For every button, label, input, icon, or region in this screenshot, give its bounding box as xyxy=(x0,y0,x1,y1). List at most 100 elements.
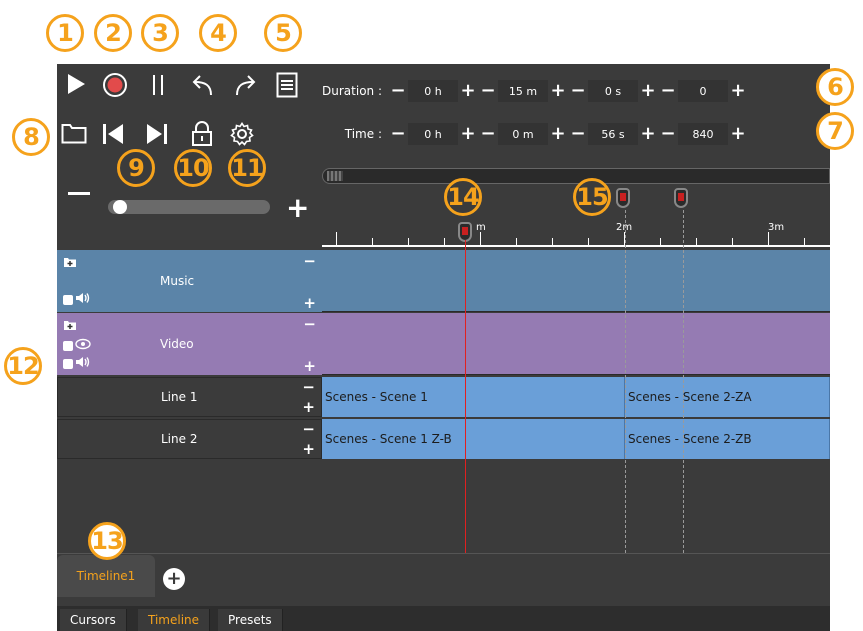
callout-15: 15 xyxy=(573,178,611,216)
zoom-slider[interactable] xyxy=(108,200,270,214)
time-hours-field[interactable]: 0 h xyxy=(408,123,458,145)
duration-seconds-field[interactable]: 0 s xyxy=(588,80,638,102)
ruler-tick xyxy=(768,232,769,245)
scrollbar-grip[interactable] xyxy=(327,171,343,181)
music-checkbox[interactable] xyxy=(63,292,75,306)
tab-cursors[interactable]: Cursors xyxy=(60,609,127,631)
clip[interactable]: Scenes - Scene 1 Z-B xyxy=(322,419,625,459)
callout-12: 12 xyxy=(4,347,42,385)
tab-timeline1[interactable]: Timeline1 xyxy=(57,555,155,597)
callout-11: 11 xyxy=(228,149,266,187)
track-add-music[interactable]: + xyxy=(303,296,316,311)
duration-hours-minus[interactable]: − xyxy=(388,81,408,101)
time-hours-minus[interactable]: − xyxy=(388,124,408,144)
track-collapse-video[interactable]: − xyxy=(303,317,316,332)
duration-minutes-field[interactable]: 15 m xyxy=(498,80,548,102)
time-ruler[interactable] xyxy=(322,216,830,246)
speaker-icon[interactable] xyxy=(75,356,91,368)
zoom-out-button[interactable] xyxy=(68,192,90,195)
go-to-start-button[interactable] xyxy=(101,122,125,146)
play-button[interactable] xyxy=(64,72,88,96)
time-ms-field[interactable]: 840 xyxy=(678,123,728,145)
duration-row: Duration : − 0 h + − 15 m + − 0 s + − 0 … xyxy=(318,78,748,104)
clip[interactable]: Scenes - Scene 1 xyxy=(322,377,625,417)
redo-button[interactable] xyxy=(232,72,260,98)
cue-marker-2[interactable] xyxy=(674,188,688,208)
clip[interactable]: Scenes - Scene 2-ZB xyxy=(625,419,830,459)
track-add-video[interactable]: + xyxy=(303,359,316,374)
track-collapse-line-2[interactable]: − xyxy=(302,422,315,437)
play-icon xyxy=(68,74,85,94)
cue-line-2 xyxy=(683,210,684,553)
lock-button[interactable] xyxy=(190,120,214,148)
undo-button[interactable] xyxy=(188,72,216,98)
list-button[interactable] xyxy=(274,71,300,99)
time-minutes-field[interactable]: 0 m xyxy=(498,123,548,145)
ruler-tick xyxy=(408,238,409,245)
duration-seconds-plus[interactable]: + xyxy=(638,81,658,101)
track-add-line-2[interactable]: + xyxy=(302,442,315,457)
eye-icon[interactable] xyxy=(75,338,91,350)
time-ms-plus[interactable]: + xyxy=(728,124,748,144)
duration-ms-plus[interactable]: + xyxy=(728,81,748,101)
duration-ms-minus[interactable]: − xyxy=(658,81,678,101)
callout-3: 3 xyxy=(141,14,179,52)
zoom-slider-handle[interactable] xyxy=(112,200,127,214)
record-icon xyxy=(103,73,127,97)
track-lane-line-2[interactable]: Scenes - Scene 1 Z-B Scenes - Scene 2-ZB xyxy=(322,419,830,459)
ruler-tick xyxy=(444,238,445,245)
track-lane-video[interactable] xyxy=(322,313,830,375)
add-folder-icon[interactable] xyxy=(63,256,77,268)
time-minutes-minus[interactable]: − xyxy=(478,124,498,144)
zoom-in-button[interactable]: + xyxy=(286,194,309,222)
track-header-line-1[interactable]: Line 1 − + xyxy=(57,377,322,417)
time-label: Time : xyxy=(344,127,382,141)
time-seconds-minus[interactable]: − xyxy=(568,124,588,144)
track-header-music[interactable]: Music − + xyxy=(57,250,322,312)
track-collapse-music[interactable]: − xyxy=(303,254,316,269)
track-lane-music[interactable] xyxy=(322,250,830,312)
track-lane-line-1[interactable]: Scenes - Scene 1 Scenes - Scene 2-ZA xyxy=(322,377,830,417)
callout-8: 8 xyxy=(12,118,50,156)
duration-ms-field[interactable]: 0 xyxy=(678,80,728,102)
pause-button[interactable] xyxy=(148,72,168,98)
time-seconds-field[interactable]: 56 s xyxy=(588,123,638,145)
duration-hours-field[interactable]: 0 h xyxy=(408,80,458,102)
duration-seconds-minus[interactable]: − xyxy=(568,81,588,101)
list-icon xyxy=(276,72,298,98)
track-collapse-line-1[interactable]: − xyxy=(302,380,315,395)
time-row: Time : − 0 h + − 0 m + − 56 s + − 840 + xyxy=(318,121,748,147)
track-header-line-2[interactable]: Line 2 − + xyxy=(57,419,322,459)
time-hours-plus[interactable]: + xyxy=(458,124,478,144)
video-visible-checkbox[interactable] xyxy=(63,338,75,352)
open-folder-button[interactable] xyxy=(60,120,88,146)
track-add-line-1[interactable]: + xyxy=(302,400,315,415)
lock-icon xyxy=(192,121,212,146)
go-end-icon xyxy=(147,124,167,144)
callout-1: 1 xyxy=(46,14,84,52)
speaker-icon[interactable] xyxy=(75,292,91,304)
time-seconds-plus[interactable]: + xyxy=(638,124,658,144)
add-timeline-button[interactable]: + xyxy=(163,568,185,590)
duration-minutes-plus[interactable]: + xyxy=(548,81,568,101)
time-minutes-plus[interactable]: + xyxy=(548,124,568,144)
duration-minutes-minus[interactable]: − xyxy=(478,81,498,101)
track-header-video[interactable]: Video − + xyxy=(57,313,322,375)
duration-hours-plus[interactable]: + xyxy=(458,81,478,101)
add-folder-icon[interactable] xyxy=(63,319,77,331)
callout-7: 7 xyxy=(816,112,854,150)
go-to-end-button[interactable] xyxy=(145,122,169,146)
record-button[interactable] xyxy=(102,72,128,98)
clip[interactable]: Scenes - Scene 2-ZA xyxy=(625,377,830,417)
ruler-tick xyxy=(588,238,589,245)
cue-marker-1[interactable] xyxy=(616,188,630,208)
time-ms-minus[interactable]: − xyxy=(658,124,678,144)
timeline-scrollbar[interactable] xyxy=(322,168,830,184)
ruler-tick xyxy=(696,238,697,245)
tab-presets[interactable]: Presets xyxy=(218,609,283,631)
video-audio-checkbox[interactable] xyxy=(63,356,75,370)
tab-timeline[interactable]: Timeline xyxy=(138,609,211,631)
ruler-tick xyxy=(804,238,805,245)
playhead-marker[interactable] xyxy=(458,222,472,242)
settings-button[interactable] xyxy=(229,120,255,148)
